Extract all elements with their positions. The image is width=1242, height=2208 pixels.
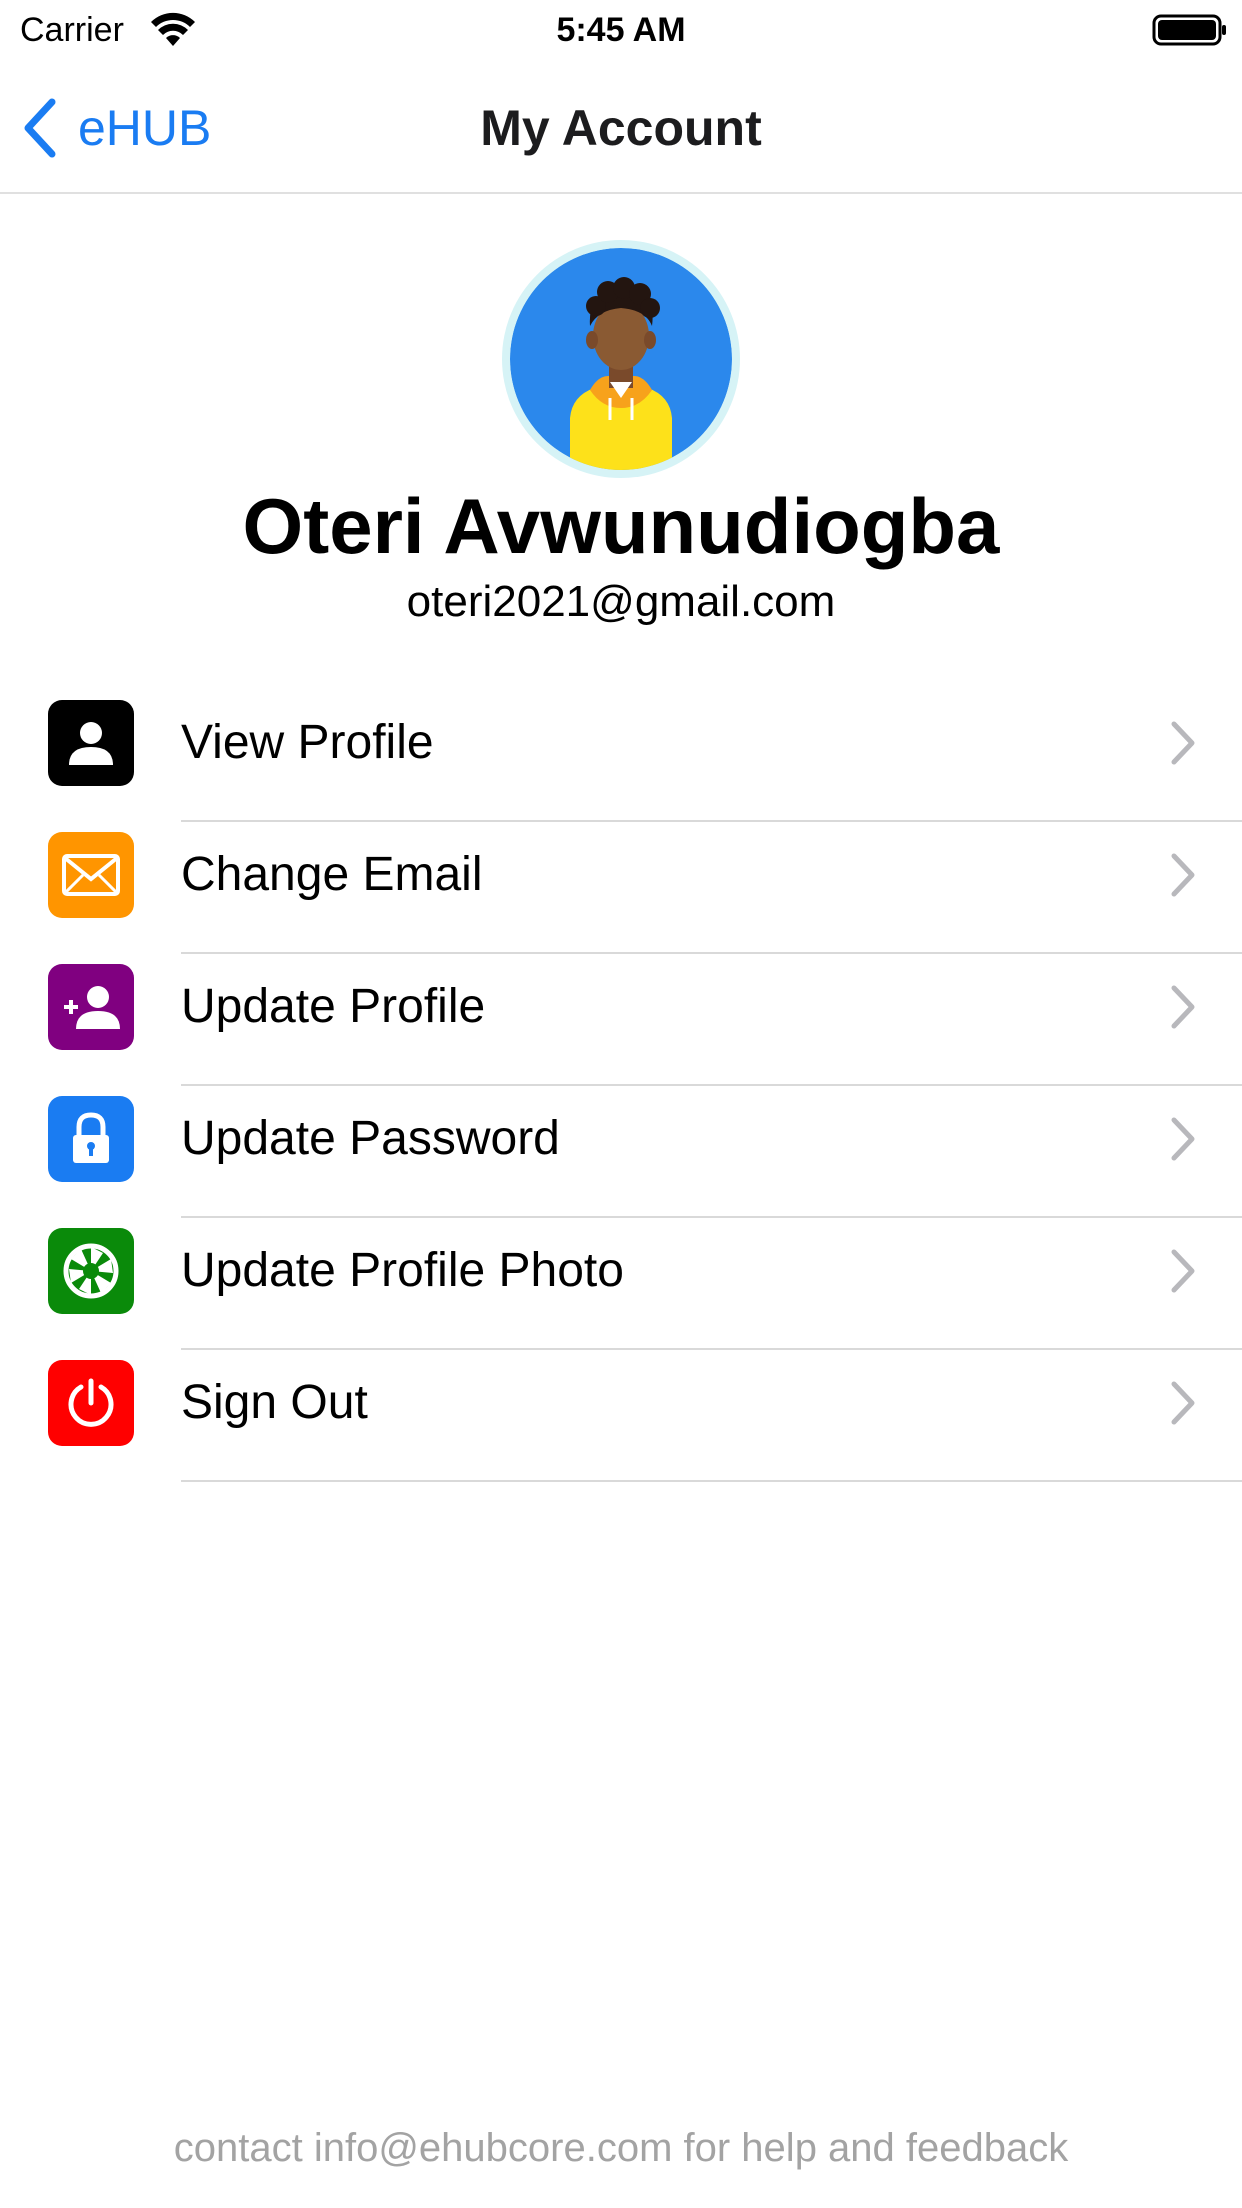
navigation-bar: eHUB My Account [0, 64, 1242, 194]
chevron-right-icon [1171, 721, 1195, 765]
status-bar: Carrier 5:45 AM [0, 0, 1242, 60]
page-title: My Account [480, 100, 762, 156]
person-icon [48, 700, 134, 786]
power-icon [48, 1360, 134, 1446]
chevron-right-icon [1171, 853, 1195, 897]
chevron-right-icon [1171, 1117, 1195, 1161]
chevron-right-icon [1171, 1249, 1195, 1293]
menu-item-label: View Profile [181, 716, 434, 769]
menu-item-update-password[interactable]: Update Password [0, 1086, 1242, 1218]
divider [181, 1480, 1242, 1482]
menu-item-label: Change Email [181, 848, 483, 901]
footer-contact-text: contact info@ehubcore.com for help and f… [173, 2126, 1069, 2170]
lock-icon [48, 1096, 134, 1182]
envelope-icon [48, 832, 134, 918]
person-add-icon [48, 964, 134, 1050]
user-email: oteri2021@gmail.com [406, 577, 836, 626]
menu-item-change-email[interactable]: Change Email [0, 822, 1242, 954]
menu-item-label: Update Profile Photo [181, 1244, 624, 1297]
clock: 5:45 AM [556, 11, 686, 49]
menu-item-update-profile[interactable]: Update Profile [0, 954, 1242, 1086]
chevron-right-icon [1171, 985, 1195, 1029]
chevron-right-icon [1171, 1381, 1195, 1425]
menu-item-view-profile[interactable]: View Profile [0, 690, 1242, 822]
menu-item-sign-out[interactable]: Sign Out [0, 1350, 1242, 1482]
battery-icon [1152, 14, 1226, 46]
menu-item-label: Sign Out [181, 1376, 368, 1429]
menu-item-label: Update Password [181, 1112, 560, 1165]
avatar [502, 240, 740, 478]
menu-item-update-profile-photo[interactable]: Update Profile Photo [0, 1218, 1242, 1350]
avatar-icon [510, 248, 732, 470]
user-name: Oteri Avwunudiogba [242, 482, 1000, 570]
menu-item-label: Update Profile [181, 980, 486, 1033]
account-menu: View Profile Change Email Update Profile… [0, 690, 1242, 1482]
camera-aperture-icon [48, 1228, 134, 1314]
